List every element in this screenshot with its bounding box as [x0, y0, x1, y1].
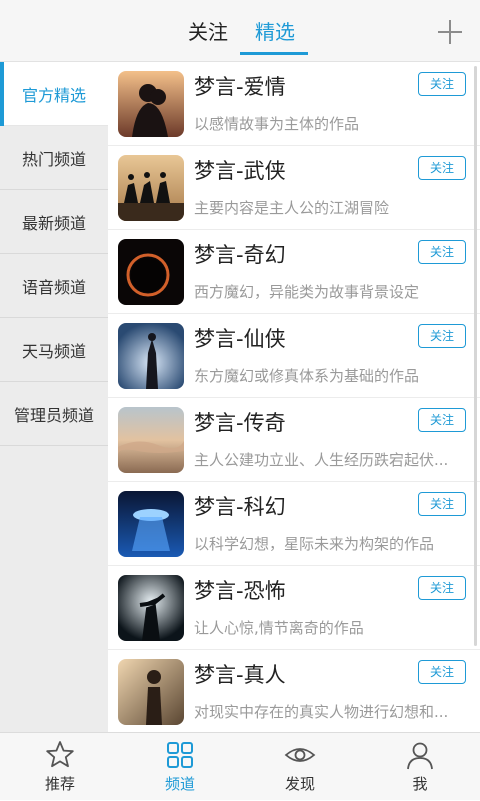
channel-description: 主人公建功立业、人生经历跌宕起伏...: [194, 451, 449, 469]
bottom-navigation: 推荐 频道 发现 我: [0, 732, 480, 800]
channel-description: 以感情故事为主体的作品: [194, 115, 360, 133]
channel-description: 东方魔幻或修真体系为基础的作品: [194, 367, 420, 385]
sidebar-item-label: 官方精选: [21, 85, 86, 105]
nav-item-me[interactable]: 我: [360, 733, 480, 801]
follow-button[interactable]: 关注: [418, 72, 466, 96]
sidebar-item-label: 管理员频道: [13, 405, 94, 425]
tab-selected[interactable]: 精选: [255, 18, 295, 46]
channel-category-sidebar: 官方精选 热门频道 最新频道 语音频道 天马频道 管理员频道: [0, 62, 108, 732]
sidebar-item-label: 天马频道: [21, 341, 86, 361]
nav-item-channels[interactable]: 频道: [120, 733, 240, 801]
list-item[interactable]: 梦言-传奇 主人公建功立业、人生经历跌宕起伏... 关注: [108, 398, 480, 482]
sidebar-item-tianma-channels[interactable]: 天马频道: [0, 318, 108, 382]
sidebar-item-voice-channels[interactable]: 语音频道: [0, 254, 108, 318]
top-bar: 关注 精选: [0, 0, 480, 62]
channel-title: 梦言-恐怖: [194, 579, 286, 603]
channel-description: 主要内容是主人公的江湖冒险: [194, 199, 390, 217]
list-item[interactable]: 梦言-武侠 主要内容是主人公的江湖冒险 关注: [108, 146, 480, 230]
plus-icon[interactable]: [436, 18, 464, 46]
list-item[interactable]: 梦言-仙侠 东方魔幻或修真体系为基础的作品 关注: [108, 314, 480, 398]
follow-button[interactable]: 关注: [418, 240, 466, 264]
sidebar-item-label: 最新频道: [21, 213, 86, 233]
list-item[interactable]: 梦言-爱情 以感情故事为主体的作品 关注: [108, 62, 480, 146]
list-scrollbar[interactable]: [474, 66, 477, 646]
list-item[interactable]: 梦言-真人 对现实中存在的真实人物进行幻想和... 关注: [108, 650, 480, 732]
channel-title: 梦言-真人: [194, 663, 286, 687]
nav-label: 频道: [164, 775, 195, 793]
nav-label: 发现: [284, 775, 315, 793]
channel-description: 以科学幻想，星际未来为构架的作品: [194, 535, 435, 553]
channel-title: 梦言-仙侠: [194, 327, 286, 351]
nav-label: 推荐: [44, 775, 75, 793]
channel-title: 梦言-奇幻: [194, 243, 286, 267]
tab-follow[interactable]: 关注: [188, 18, 228, 46]
channel-thumbnail: [118, 575, 184, 641]
channel-thumbnail: [118, 323, 184, 389]
channel-thumbnail: [118, 491, 184, 557]
active-tab-indicator: [240, 52, 308, 55]
channel-thumbnail: [118, 239, 184, 305]
list-item[interactable]: 梦言-奇幻 西方魔幻，异能类为故事背景设定 关注: [108, 230, 480, 314]
follow-button[interactable]: 关注: [418, 408, 466, 432]
eye-icon: [284, 748, 316, 762]
follow-button[interactable]: 关注: [418, 324, 466, 348]
nav-item-recommend[interactable]: 推荐: [0, 733, 120, 801]
follow-button[interactable]: 关注: [418, 660, 466, 684]
sidebar-item-official-picks[interactable]: 官方精选: [0, 62, 108, 126]
channel-list: 梦言-爱情 以感情故事为主体的作品 关注 梦言-武侠 主要内容是主人公的江湖冒险…: [108, 62, 480, 732]
follow-button[interactable]: 关注: [418, 576, 466, 600]
grid-icon: [167, 742, 193, 768]
sidebar-item-hot-channels[interactable]: 热门频道: [0, 126, 108, 190]
list-item[interactable]: 梦言-恐怖 让人心惊,情节离奇的作品 关注: [108, 566, 480, 650]
channel-description: 对现实中存在的真实人物进行幻想和...: [194, 703, 449, 721]
list-item[interactable]: 梦言-科幻 以科学幻想，星际未来为构架的作品 关注: [108, 482, 480, 566]
channel-thumbnail: [118, 155, 184, 221]
channel-title: 梦言-传奇: [194, 411, 286, 435]
channel-thumbnail: [118, 71, 184, 137]
channel-thumbnail: [118, 659, 184, 725]
nav-item-discover[interactable]: 发现: [240, 733, 360, 801]
follow-button[interactable]: 关注: [418, 492, 466, 516]
nav-label: 我: [412, 775, 428, 793]
channel-thumbnail: [118, 407, 184, 473]
channel-title: 梦言-科幻: [194, 495, 286, 519]
follow-button[interactable]: 关注: [418, 156, 466, 180]
channel-title: 梦言-武侠: [194, 159, 286, 183]
person-icon: [407, 742, 433, 770]
channel-description: 西方魔幻，异能类为故事背景设定: [194, 283, 420, 301]
channel-description: 让人心惊,情节离奇的作品: [194, 619, 364, 637]
star-icon: [46, 741, 74, 768]
sidebar-item-new-channels[interactable]: 最新频道: [0, 190, 108, 254]
sidebar-item-label: 语音频道: [21, 277, 86, 297]
sidebar-item-admin-channels[interactable]: 管理员频道: [0, 382, 108, 446]
channel-title: 梦言-爱情: [194, 75, 286, 99]
sidebar-item-label: 热门频道: [21, 149, 86, 169]
